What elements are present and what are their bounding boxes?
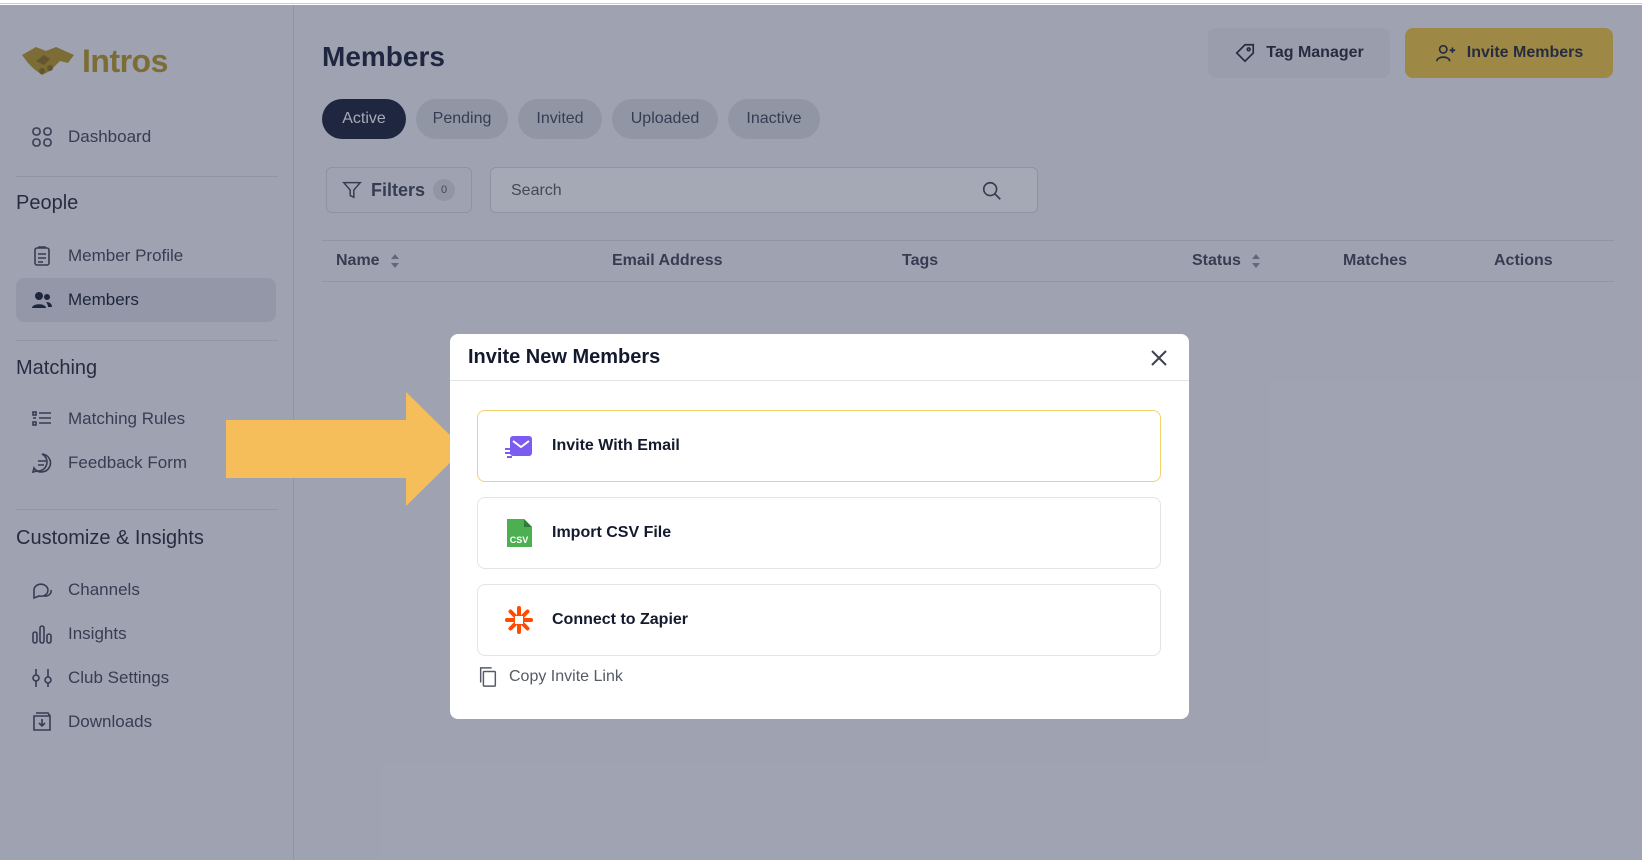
svg-text:CSV: CSV xyxy=(510,535,529,545)
zapier-icon xyxy=(505,606,533,634)
pointer-arrow-icon xyxy=(226,392,464,506)
csv-file-icon: CSV xyxy=(507,519,532,547)
option-label: Connect to Zapier xyxy=(552,611,689,628)
modal-title: Invite New Members xyxy=(468,346,661,368)
window-top-border xyxy=(0,0,1642,4)
option-label: Invite With Email xyxy=(552,437,680,454)
copy-icon xyxy=(479,667,497,687)
email-icon xyxy=(505,436,532,458)
copy-invite-link[interactable]: Copy Invite Link xyxy=(477,666,623,688)
modal-divider xyxy=(450,380,1189,381)
option-label: Import CSV File xyxy=(552,524,672,541)
connect-zapier-option[interactable]: Connect to Zapier xyxy=(477,584,1161,656)
invite-with-email-option[interactable]: Invite With Email xyxy=(477,410,1161,482)
import-csv-option[interactable]: CSV Import CSV File xyxy=(477,497,1161,569)
copy-link-label: Copy Invite Link xyxy=(509,668,623,685)
invite-modal: Invite New Members Invite With Email CSV… xyxy=(450,334,1189,719)
close-icon[interactable] xyxy=(1147,346,1171,370)
